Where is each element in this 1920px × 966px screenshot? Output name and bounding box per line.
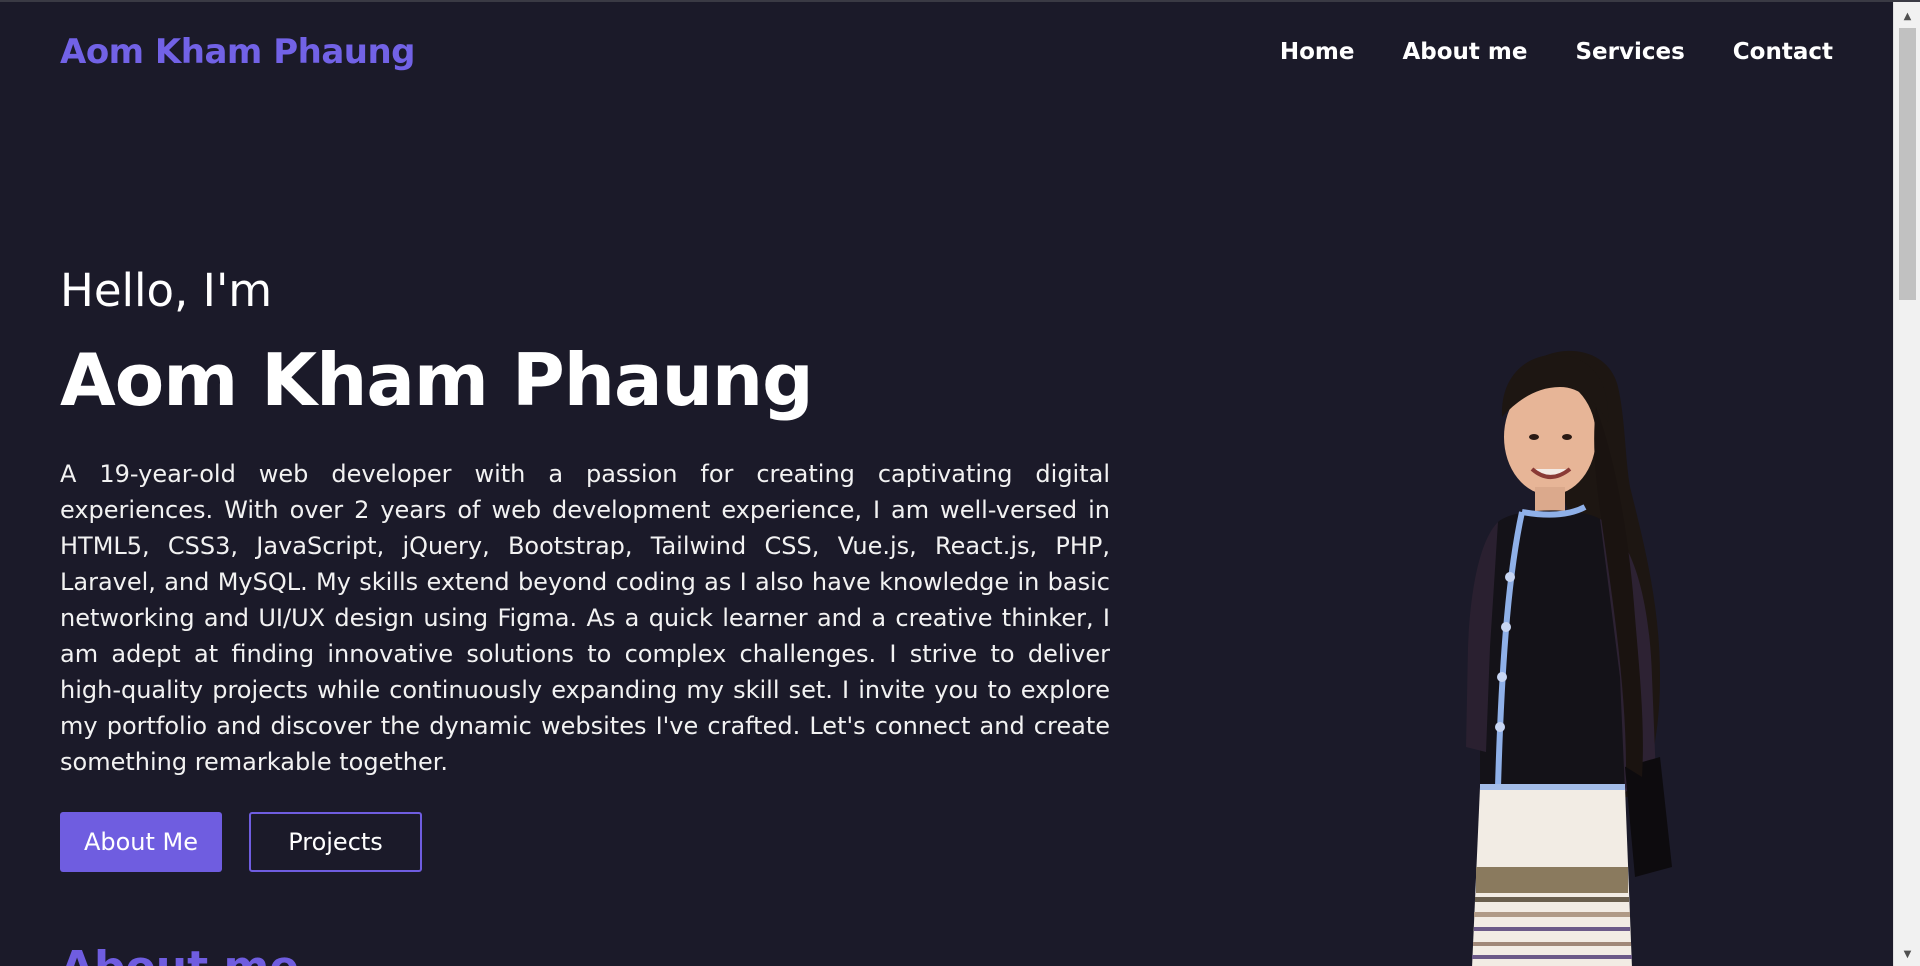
- scroll-down-arrow-icon[interactable]: ▼: [1894, 944, 1920, 964]
- nav-link-about-me[interactable]: About me: [1402, 39, 1527, 65]
- brand-logo-link[interactable]: Aom Kham Phaung: [60, 32, 416, 72]
- navbar: Aom Kham Phaung Home About me Services C…: [60, 32, 1833, 72]
- scrollbar[interactable]: ▲ ▼: [1893, 2, 1920, 966]
- scroll-thumb[interactable]: [1899, 28, 1916, 300]
- nav-link-contact[interactable]: Contact: [1733, 39, 1833, 65]
- about-section-heading: About me: [60, 942, 299, 966]
- page: Aom Kham Phaung Home About me Services C…: [0, 0, 1920, 966]
- projects-button[interactable]: Projects: [249, 812, 422, 872]
- nav-link-home[interactable]: Home: [1280, 39, 1355, 65]
- hero-bio: A 19-year-old web developer with a passi…: [60, 460, 1110, 776]
- nav-links: Home About me Services Contact: [1280, 39, 1833, 65]
- viewport-content: Aom Kham Phaung Home About me Services C…: [0, 2, 1893, 966]
- portrait-photo: [1466, 350, 1672, 966]
- hero-greeting: Hello, I'm: [60, 264, 273, 317]
- scroll-up-arrow-icon[interactable]: ▲: [1894, 6, 1920, 26]
- hero-name: Aom Kham Phaung: [60, 338, 814, 422]
- nav-link-services[interactable]: Services: [1575, 39, 1684, 65]
- about-me-button[interactable]: About Me: [60, 812, 222, 872]
